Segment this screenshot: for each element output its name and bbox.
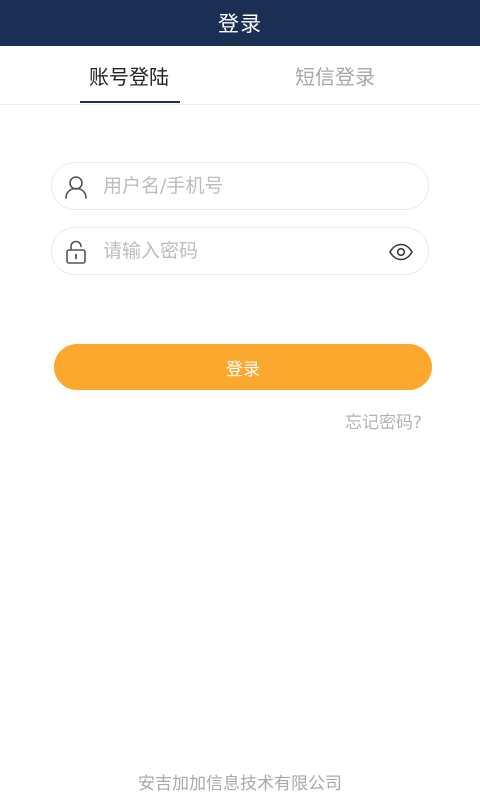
password-field[interactable] <box>51 227 429 275</box>
eye-icon[interactable] <box>388 241 414 263</box>
login-tabs: 账号登陆 短信登录 <box>0 46 480 105</box>
page-title: 登录 <box>218 12 262 36</box>
app-header: 登录 <box>0 0 480 46</box>
password-input[interactable] <box>103 236 373 266</box>
forgot-password-link[interactable]: 忘记密码? <box>345 408 422 433</box>
login-button[interactable]: 登录 <box>54 344 432 390</box>
login-screen: 登录 账号登陆 短信登录 登录 <box>0 0 480 800</box>
user-icon <box>63 174 89 200</box>
username-field[interactable] <box>51 162 429 210</box>
username-input[interactable] <box>103 171 373 201</box>
lock-icon <box>63 239 89 265</box>
company-name: 安吉加加信息技术有限公司 <box>138 774 342 794</box>
tab-account-login[interactable]: 账号登陆 <box>29 46 229 104</box>
tab-sms-login[interactable]: 短信登录 <box>235 46 435 104</box>
active-tab-indicator <box>80 101 180 103</box>
